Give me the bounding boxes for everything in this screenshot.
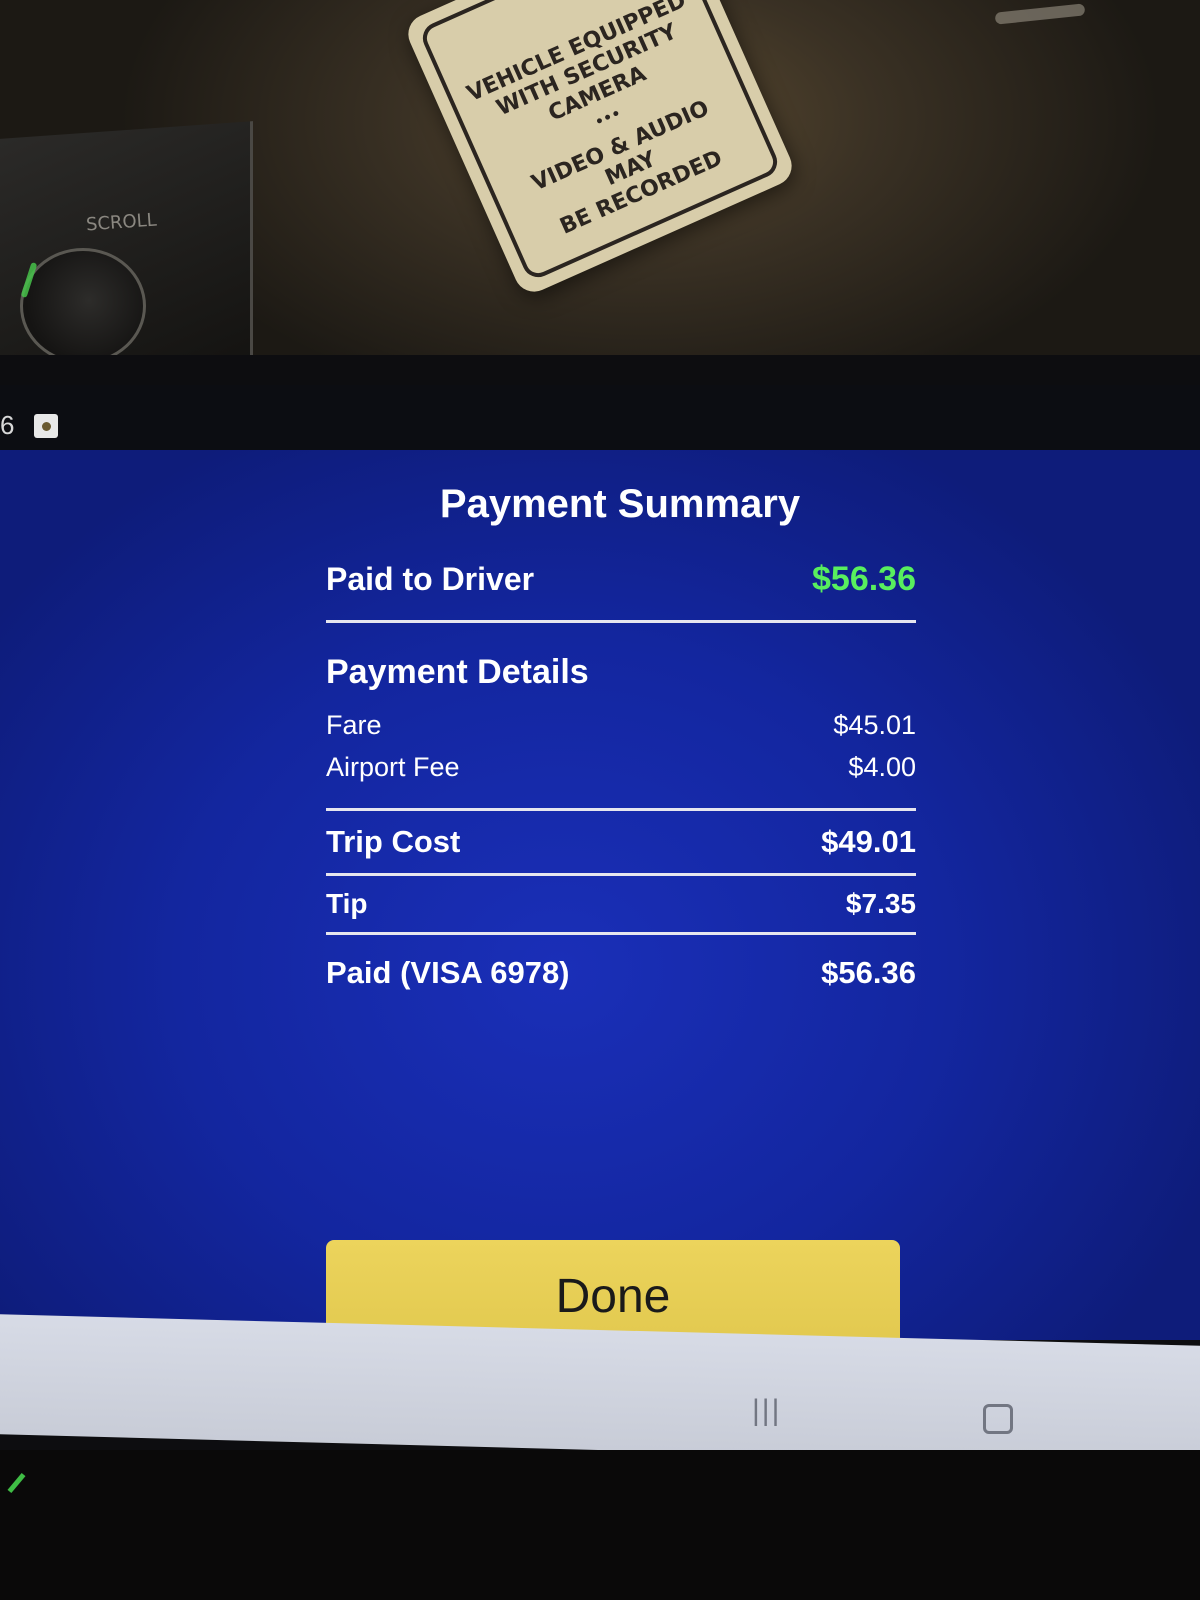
trip-cost-amount: $49.01	[821, 824, 916, 859]
tip-label: Tip	[326, 888, 368, 919]
paid-amount: $56.36	[821, 955, 916, 990]
sticker-text: VEHICLE EQUIPPED WITH SECURITY CAMERA ••…	[463, 0, 754, 252]
divider	[326, 620, 916, 623]
trip-cost-row: Trip Cost $49.01	[326, 811, 916, 873]
paid-to-driver-amount: $56.36	[812, 560, 916, 598]
home-icon[interactable]	[983, 1404, 1013, 1434]
paid-to-driver-label: Paid to Driver	[326, 561, 535, 597]
status-app-icon	[34, 414, 58, 438]
payment-summary-screen: Payment Summary Paid to Driver $56.36 Pa…	[0, 450, 1200, 1352]
scroll-knob	[20, 248, 146, 364]
airport-fee-amount: $4.00	[848, 752, 916, 782]
paid-label: Paid (VISA 6978)	[326, 955, 570, 990]
status-time-fragment: 6	[0, 410, 15, 440]
car-lower-interior	[0, 1450, 1200, 1600]
tip-row: Tip $7.35	[326, 876, 916, 932]
trip-cost-label: Trip Cost	[326, 824, 461, 859]
airport-fee-row: Airport Fee $4.00	[326, 752, 916, 794]
tip-amount: $7.35	[845, 888, 916, 919]
status-bar	[0, 385, 1200, 455]
photo-scene: SCROLL VEHICLE EQUIPPED WITH SECURITY CA…	[0, 0, 1200, 1600]
airport-fee-label: Airport Fee	[326, 752, 460, 782]
fare-row: Fare $45.01	[326, 710, 916, 752]
fare-amount: $45.01	[833, 710, 916, 740]
sticker-separator: •••	[592, 105, 624, 132]
paid-to-driver-row: Paid to Driver $56.36	[326, 560, 916, 620]
recents-icon[interactable]: |||	[752, 1394, 781, 1428]
paid-row: Paid (VISA 6978) $56.36	[326, 935, 916, 1011]
payment-details-heading: Payment Details	[326, 653, 589, 691]
payment-content: Paid to Driver $56.36 Payment Details Fa…	[326, 560, 916, 1011]
fare-label: Fare	[326, 710, 382, 740]
page-title: Payment Summary	[439, 482, 801, 526]
